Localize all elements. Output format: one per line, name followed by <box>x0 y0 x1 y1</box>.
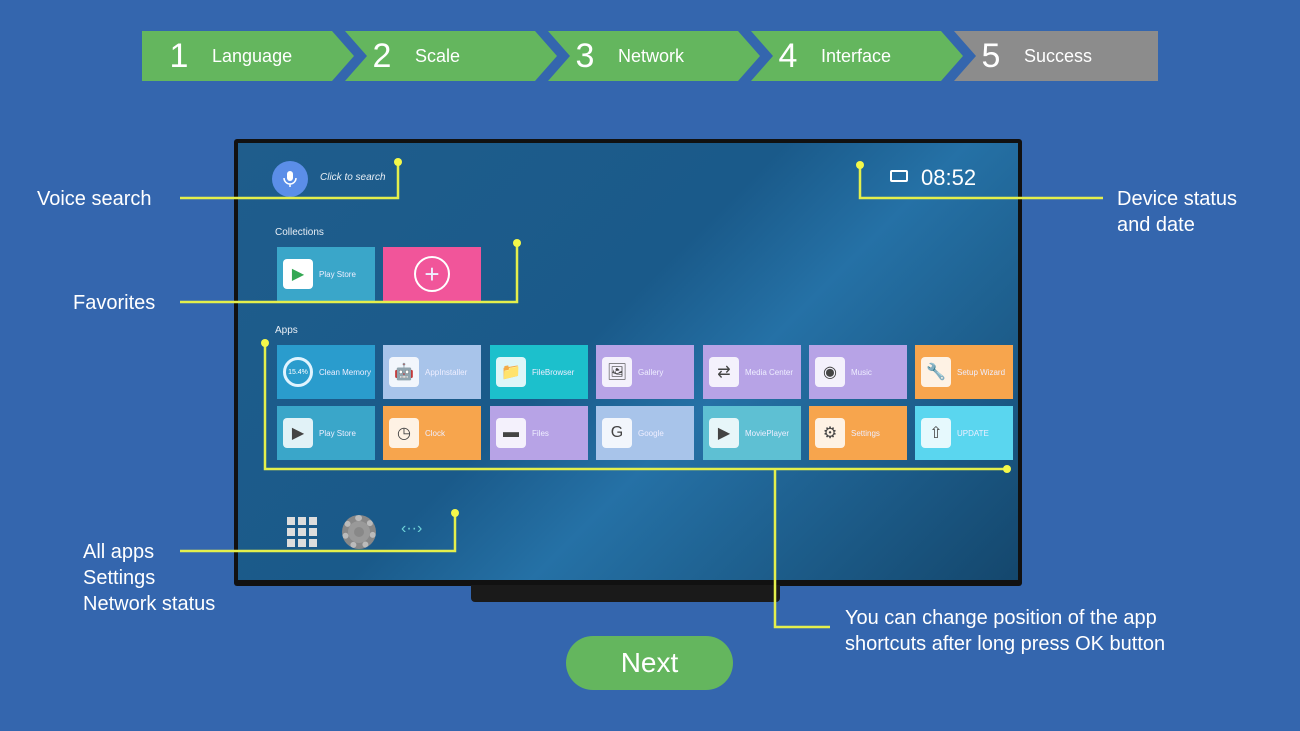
device-status-note: Device status and date <box>1117 188 1238 236</box>
settings-note: Settings <box>83 567 156 589</box>
bottom-bar-note: All apps Settings Network status <box>83 539 215 617</box>
network-status-note: Network status <box>83 593 216 615</box>
voice-search-note: Voice search <box>37 188 152 210</box>
all-apps-note: All apps <box>83 541 155 563</box>
next-button[interactable]: Next <box>566 636 733 690</box>
favorites-note: Favorites <box>73 292 156 314</box>
reorder-note: You can change position of the app short… <box>845 607 1166 655</box>
